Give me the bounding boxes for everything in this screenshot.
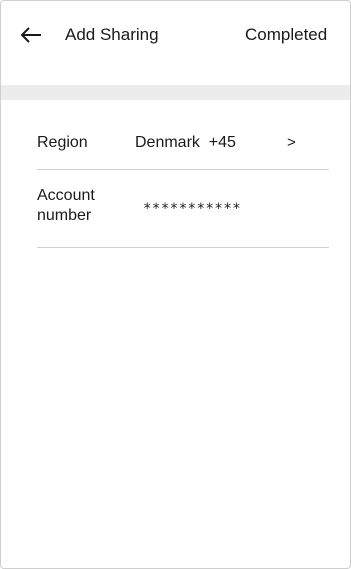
region-value[interactable]: Denmark +45 xyxy=(135,133,236,153)
account-label-line1: Account xyxy=(37,187,95,204)
chevron-right-icon[interactable]: > xyxy=(287,133,296,153)
region-label: Region xyxy=(37,134,88,151)
completed-button[interactable]: Completed xyxy=(245,25,327,45)
left-arrow-icon xyxy=(20,27,41,43)
account-number-row: Account number *********** xyxy=(37,181,329,248)
section-divider xyxy=(1,85,350,100)
account-number-value[interactable]: *********** xyxy=(143,199,241,219)
top-bar: Add Sharing Completed xyxy=(1,1,350,85)
phone-screen: Add Sharing Completed Region Denmark +45… xyxy=(0,0,351,569)
account-number-label: Account number xyxy=(37,186,117,226)
region-row[interactable]: Region Denmark +45 > xyxy=(37,119,329,170)
page-title: Add Sharing xyxy=(65,25,159,44)
back-button[interactable] xyxy=(17,21,45,49)
account-label-line2: number xyxy=(37,207,92,224)
